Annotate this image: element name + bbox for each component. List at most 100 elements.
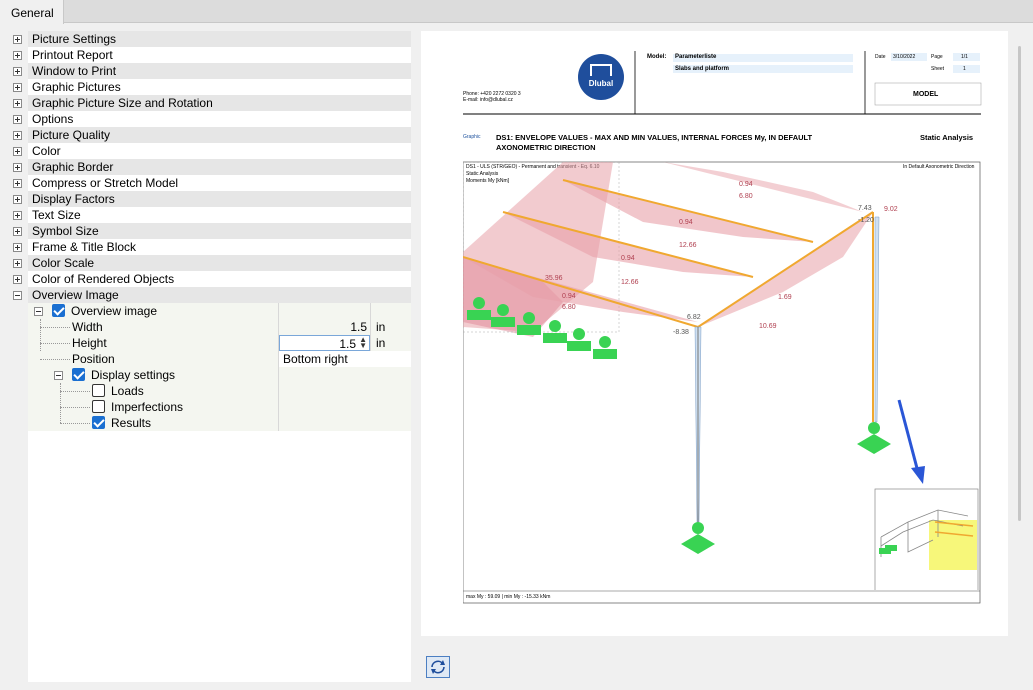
tree-item-window-to-print[interactable]: Window to Print bbox=[9, 63, 411, 79]
tree-item-label: Graphic Picture Size and Rotation bbox=[32, 96, 213, 110]
tree-item-label: Options bbox=[32, 112, 74, 126]
tree-item-color-scale[interactable]: Color Scale bbox=[9, 255, 411, 271]
tree-item-frame-title-block[interactable]: Frame & Title Block bbox=[9, 239, 411, 255]
tree-item-label: Color of Rendered Objects bbox=[32, 272, 175, 286]
sheet-value: 1 bbox=[963, 66, 966, 72]
overview-image-checkbox[interactable] bbox=[52, 304, 65, 317]
tree-item-label: Compress or Stretch Model bbox=[32, 176, 179, 190]
tree-item-label: Color bbox=[32, 144, 61, 158]
overview-image-settings: Overview image Width 1.5 in Height 1.5 ▲ ▼… bbox=[28, 303, 411, 431]
expand-icon[interactable] bbox=[13, 51, 22, 60]
settings-tree: Picture Settings Printout Report Window … bbox=[9, 31, 411, 682]
display-settings-checkbox[interactable] bbox=[72, 368, 85, 381]
collapse-icon[interactable] bbox=[13, 291, 22, 300]
width-input[interactable]: 1.5 bbox=[279, 319, 370, 335]
tree-item-graphic-pictures[interactable]: Graphic Pictures bbox=[9, 79, 411, 95]
page-label: Page bbox=[931, 54, 943, 60]
expand-icon[interactable] bbox=[13, 35, 22, 44]
expand-icon[interactable] bbox=[13, 147, 22, 156]
expand-icon[interactable] bbox=[13, 179, 22, 188]
tree-item-picture-quality[interactable]: Picture Quality bbox=[9, 127, 411, 143]
model-label: Model: bbox=[647, 54, 667, 60]
expand-icon[interactable] bbox=[13, 259, 22, 268]
tree-item-color-rendered-objects[interactable]: Color of Rendered Objects bbox=[9, 271, 411, 287]
spinner-icon[interactable]: ▲ ▼ bbox=[359, 336, 367, 350]
result-value-label: 0.94 bbox=[621, 255, 635, 262]
tree-item-picture-settings[interactable]: Picture Settings bbox=[9, 31, 411, 47]
collapse-icon[interactable] bbox=[54, 371, 63, 380]
column bbox=[874, 216, 880, 423]
expand-icon[interactable] bbox=[13, 67, 22, 76]
height-row: Height 1.5 ▲ ▼ in bbox=[28, 335, 411, 351]
result-value-label: 6.80 bbox=[562, 304, 576, 311]
tree-item-label: Printout Report bbox=[32, 48, 113, 62]
result-value-label: 6.80 bbox=[739, 193, 753, 200]
tree-item-label: Picture Settings bbox=[32, 32, 117, 46]
expand-icon[interactable] bbox=[13, 163, 22, 172]
results-checkbox[interactable] bbox=[92, 416, 105, 429]
loads-checkbox[interactable] bbox=[92, 384, 105, 397]
result-value-label: 7.43 bbox=[858, 205, 872, 212]
position-label: Position bbox=[72, 352, 115, 366]
height-unit: in bbox=[376, 336, 386, 350]
imperfections-checkbox[interactable] bbox=[92, 400, 105, 413]
height-input[interactable]: 1.5 ▲ ▼ bbox=[279, 335, 370, 351]
result-value-label: 1.69 bbox=[778, 294, 792, 301]
tree-item-color[interactable]: Color bbox=[9, 143, 411, 159]
model-drawing: 0.94 6.80 7.43 9.02 -1.20 0.94 12.66 0.9… bbox=[463, 162, 979, 590]
height-value: 1.5 bbox=[339, 337, 356, 351]
tree-item-label: Overview Image bbox=[32, 288, 119, 302]
arrow-head-icon bbox=[911, 466, 925, 484]
loads-label: Loads bbox=[111, 384, 144, 398]
date-value: 3/10/2022 bbox=[893, 54, 916, 60]
tree-item-text-size[interactable]: Text Size bbox=[9, 207, 411, 223]
collapse-icon[interactable] bbox=[34, 307, 43, 316]
logo-text: Dlubal bbox=[588, 79, 614, 88]
expand-icon[interactable] bbox=[13, 211, 22, 220]
expand-icon[interactable] bbox=[13, 195, 22, 204]
expand-icon[interactable] bbox=[13, 243, 22, 252]
graphic-title: DS1: ENVELOPE VALUES - MAX AND MIN VALUE… bbox=[496, 133, 813, 142]
tree-item-compress-stretch[interactable]: Compress or Stretch Model bbox=[9, 175, 411, 191]
tree-item-options[interactable]: Options bbox=[9, 111, 411, 127]
graphic-tag: Graphic bbox=[463, 134, 481, 140]
company-email: E-mail: info@dlubal.cz bbox=[463, 97, 513, 103]
tree-item-symbol-size[interactable]: Symbol Size bbox=[9, 223, 411, 239]
results-label: Results bbox=[111, 416, 152, 430]
tree-item-overview-image[interactable]: Overview Image bbox=[9, 287, 411, 303]
pointer-arrow bbox=[897, 399, 920, 473]
tree-item-label: Text Size bbox=[32, 208, 81, 222]
tab-general[interactable]: General bbox=[0, 0, 64, 24]
tree-item-display-factors[interactable]: Display Factors bbox=[9, 191, 411, 207]
expand-icon[interactable] bbox=[13, 131, 22, 140]
result-value-label: -8.38 bbox=[673, 329, 689, 336]
sheet-label: Sheet bbox=[931, 66, 945, 72]
analysis-type: Static Analysis bbox=[920, 133, 974, 142]
tree-item-printout-report[interactable]: Printout Report bbox=[9, 47, 411, 63]
width-label: Width bbox=[72, 320, 103, 334]
tree-item-graphic-border[interactable]: Graphic Border bbox=[9, 159, 411, 175]
position-select[interactable]: Bottom right bbox=[279, 351, 411, 367]
expand-icon[interactable] bbox=[13, 115, 22, 124]
imperfections-label: Imperfections bbox=[111, 400, 184, 414]
expand-icon[interactable] bbox=[13, 83, 22, 92]
display-settings-row: Display settings bbox=[28, 367, 411, 383]
expand-icon[interactable] bbox=[13, 275, 22, 284]
result-value-label: 0.94 bbox=[739, 181, 753, 188]
refresh-button[interactable] bbox=[426, 656, 450, 678]
logo-mark bbox=[590, 64, 612, 76]
tree-item-graphic-picture-size[interactable]: Graphic Picture Size and Rotation bbox=[9, 95, 411, 111]
tree-item-label: Graphic Border bbox=[32, 160, 114, 174]
tree-item-label: Picture Quality bbox=[32, 128, 111, 142]
imperfections-row: Imperfections bbox=[28, 399, 411, 415]
expand-icon[interactable] bbox=[13, 227, 22, 236]
section-title: MODEL bbox=[913, 91, 939, 98]
tree-item-label: Window to Print bbox=[32, 64, 117, 78]
scrollbar-thumb[interactable] bbox=[1018, 46, 1021, 521]
sheet-box bbox=[953, 65, 980, 73]
result-summary: max My : 59.09 | min My : -15.33 kNm bbox=[466, 594, 551, 600]
result-value-label: 10.69 bbox=[759, 323, 777, 330]
model-subtitle: Slabs and platform bbox=[675, 66, 730, 72]
expand-icon[interactable] bbox=[13, 99, 22, 108]
graphic-title-line2: AXONOMETRIC DIRECTION bbox=[496, 143, 596, 152]
